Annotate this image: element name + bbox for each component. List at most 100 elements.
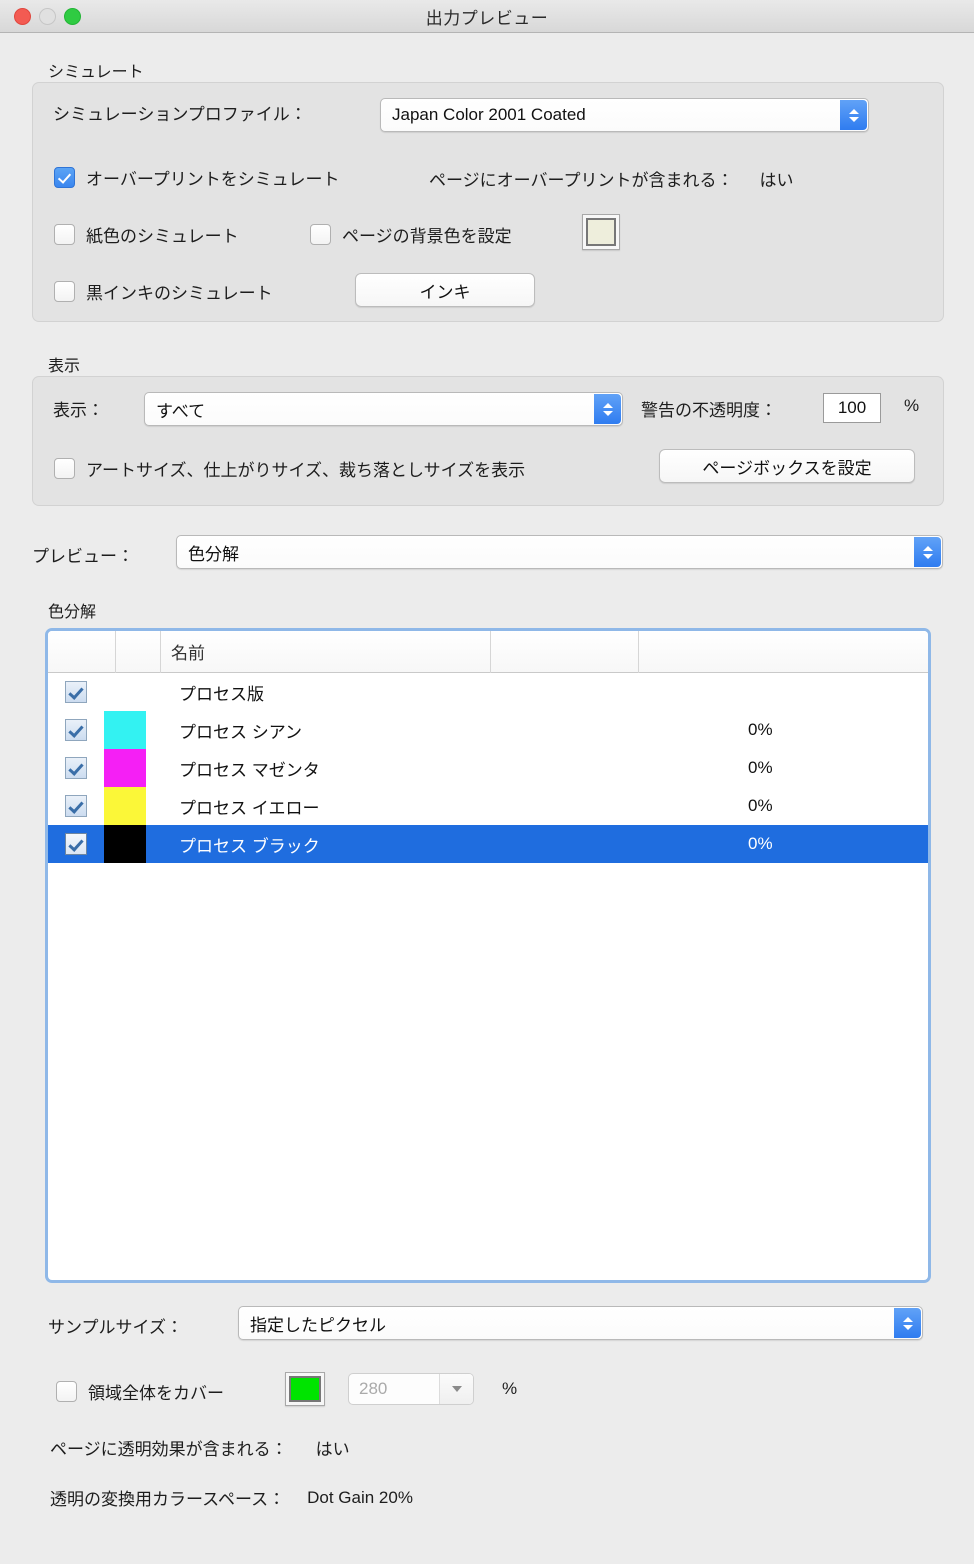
minimize-button[interactable] [39,7,56,25]
header-extra-column [639,631,928,673]
separation-color-swatch-cell [104,825,164,863]
separation-percent: 0% [748,834,773,853]
window-controls [14,0,81,32]
table-row[interactable]: プロセス版 [48,673,928,711]
warning-opacity-percent-sign: % [904,396,920,415]
simulate-overprint-label: オーバープリントをシミュレート [86,170,340,189]
page-background-color-well[interactable] [582,214,620,250]
simulate-paper-color-label: 紙色のシミュレート [86,227,239,246]
stepper-icon[interactable] [840,100,867,130]
separation-name: プロセス マゼンタ [179,760,320,780]
simulate-black-ink-label: 黒インキのシミュレート [86,284,273,303]
table-row[interactable]: プロセス シアン 0% [48,711,928,749]
simulate-groupbox: シミュレーションプロファイル： Japan Color 2001 Coated … [32,82,944,322]
separation-name: プロセス シアン [179,722,303,742]
separation-visibility-cell[interactable] [48,681,104,703]
window-title: 出力プレビュー [425,8,549,28]
separation-percent: 0% [748,720,773,739]
separation-name: プロセス ブラック [179,836,320,856]
preview-label: プレビュー： [32,547,134,566]
separation-percent: 0% [748,758,773,777]
simulation-profile-label: シミュレーションプロファイル： [53,105,307,124]
separations-section-label: 色分解 [48,604,97,621]
page-has-overprint-label: ページにオーバープリントが含まれる： [429,171,734,190]
simulate-overprint-checkbox[interactable] [54,167,75,188]
display-mode-select[interactable]: すべて [144,392,623,426]
display-mode-value: すべて [156,401,206,421]
separation-color-swatch [104,825,146,863]
transparency-label: ページに透明効果が含まれる： [50,1440,288,1459]
display-section-label: 表示 [48,358,81,375]
show-page-sizes-label: アートサイズ、仕上がりサイズ、裁ち落としサイズを表示 [86,461,526,480]
show-page-sizes-checkbox[interactable] [54,458,75,479]
output-preview-window: 出力プレビュー シミュレート シミュレーションプロファイル： Japan Col… [0,0,974,1564]
separation-color-swatch [104,749,146,787]
stepper-icon[interactable] [914,537,941,567]
simulate-section-label: シミュレート [48,64,144,81]
warning-opacity-label: 警告の不透明度： [641,401,777,420]
separation-visibility-checkbox[interactable] [65,757,87,779]
sample-size-select[interactable]: 指定したピクセル [238,1306,923,1340]
stepper-icon[interactable] [594,394,621,424]
chevron-down-icon[interactable] [439,1374,473,1404]
separation-visibility-cell[interactable] [48,719,104,741]
separation-name: プロセス版 [179,684,264,704]
sample-size-value: 指定したピクセル [250,1315,386,1335]
display-mode-label: 表示： [53,401,104,420]
simulate-black-ink-checkbox-row[interactable]: 黒インキのシミュレート [54,279,273,304]
simulate-overprint-checkbox-row[interactable]: オーバープリントをシミュレート [54,165,339,190]
sample-size-label: サンプルサイズ： [48,1318,183,1337]
separation-visibility-checkbox[interactable] [65,795,87,817]
separation-color-swatch-cell [104,711,164,749]
set-page-background-checkbox[interactable] [310,224,331,245]
warning-opacity-input[interactable]: 100 [823,393,881,423]
header-percent-column [491,631,639,673]
table-row[interactable]: プロセス マゼンタ 0% [48,749,928,787]
simulate-paper-color-checkbox-row[interactable]: 紙色のシミュレート [54,222,239,247]
header-check-column [48,631,116,673]
table-row[interactable]: プロセス イエロー 0% [48,787,928,825]
header-swatch-column [116,631,161,673]
separation-visibility-checkbox[interactable] [65,719,87,741]
set-page-background-checkbox-row[interactable]: ページの背景色を設定 [310,222,512,247]
separations-rows: プロセス版 プロセス シアン 0% プロセス マゼンタ 0% プロセス イエロー 0% プロセ… [48,673,928,863]
coverage-threshold-value: 280 [359,1379,388,1398]
preview-select[interactable]: 色分解 [176,535,943,569]
separation-percent: 0% [748,796,773,815]
simulate-paper-color-checkbox[interactable] [54,224,75,245]
separations-list[interactable]: 名前 プロセス版プロセス シアン 0% プロセス マゼンタ 0% プロセス イエロー 0%… [45,628,931,1283]
close-button[interactable] [14,7,31,25]
separation-visibility-checkbox[interactable] [65,681,87,703]
separation-color-swatch-cell [104,787,164,825]
title-bar: 出力プレビュー [0,0,974,33]
zoom-button[interactable] [64,7,81,25]
separation-visibility-checkbox[interactable] [65,833,87,855]
preview-value: 色分解 [188,544,239,564]
simulation-profile-select[interactable]: Japan Color 2001 Coated [380,98,869,132]
coverage-threshold-combo[interactable]: 280 [348,1373,474,1405]
total-coverage-label: 領域全体をカバー [88,1384,224,1403]
separation-visibility-cell[interactable] [48,833,104,855]
separation-visibility-cell[interactable] [48,795,104,817]
total-coverage-checkbox-row[interactable]: 領域全体をカバー [56,1379,224,1404]
simulate-black-ink-checkbox[interactable] [54,281,75,302]
header-name-column[interactable]: 名前 [161,631,491,673]
display-groupbox: 表示： すべて 警告の不透明度： 100 % アートサイズ、仕上がりサイズ、裁ち… [32,376,944,506]
total-coverage-checkbox[interactable] [56,1381,77,1402]
coverage-percent-sign: % [502,1379,518,1398]
separations-list-header: 名前 [48,631,928,673]
separation-color-swatch-cell [104,749,164,787]
set-page-background-label: ページの背景色を設定 [342,227,512,246]
ink-button[interactable]: インキ [355,273,535,307]
stepper-icon[interactable] [894,1308,921,1338]
transparency-value: はい [315,1440,350,1459]
set-page-boxes-button[interactable]: ページボックスを設定 [659,449,915,483]
colorspace-value: Dot Gain 20% [307,1487,413,1507]
coverage-color-well[interactable] [285,1372,325,1406]
table-row[interactable]: プロセス ブラック 0% [48,825,928,863]
separation-name: プロセス イエロー [179,798,320,818]
separation-color-swatch [104,711,146,749]
show-page-sizes-checkbox-row[interactable]: アートサイズ、仕上がりサイズ、裁ち落としサイズを表示 [54,456,525,481]
separation-visibility-cell[interactable] [48,757,104,779]
colorspace-label: 透明の変換用カラースペース： [50,1490,286,1509]
